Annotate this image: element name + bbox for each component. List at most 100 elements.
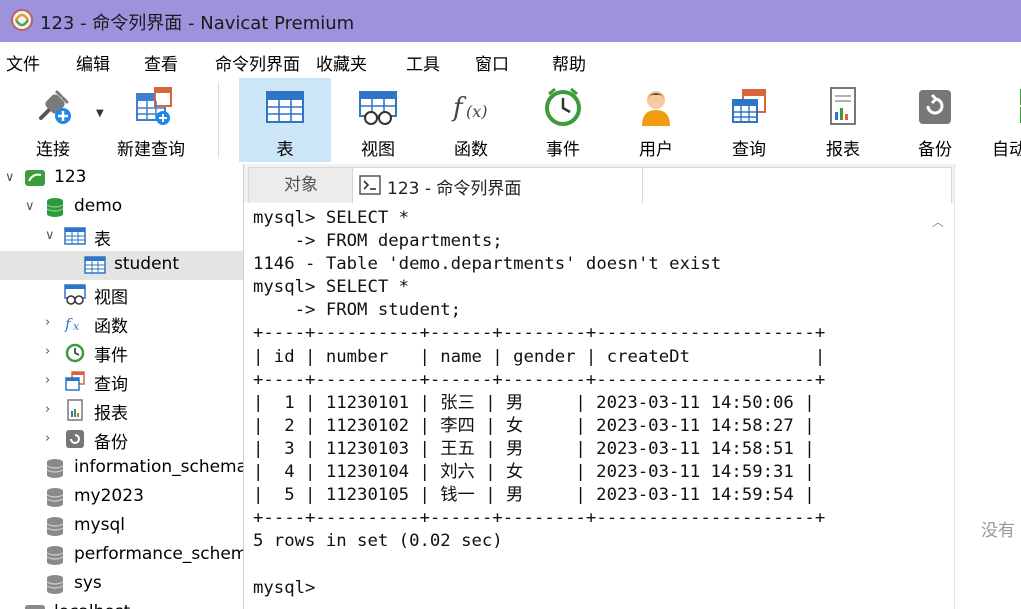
tree-label: performance_schema [74,544,243,564]
chevron-right-icon[interactable]: › [5,605,17,609]
connect-button[interactable]: ▼ 连接 [8,78,104,162]
menu-help[interactable]: 帮助 [552,50,586,75]
chevron-down-icon[interactable]: ∨ [45,228,57,243]
database-gray-icon [46,517,64,536]
tree-folder-views[interactable]: 视图 [0,280,243,309]
automation-label: 自动 [992,140,1021,160]
svg-text:(x): (x) [466,102,488,121]
svg-text:f: f [64,315,73,333]
toolbar-separator [218,82,219,158]
new-query-button[interactable]: 新建查询 [108,78,194,162]
user-icon [642,91,670,126]
chevron-down-icon[interactable]: ∨ [5,170,17,185]
view-icon [64,284,86,305]
console-scrollbar[interactable]: ︿ [924,203,954,609]
table-label: 表 [276,140,294,160]
chevron-right-icon[interactable]: › [45,344,57,359]
tree-database-sys[interactable]: sys [0,570,243,599]
info-panel: 没有 [954,164,1021,609]
pane-divider[interactable] [243,164,244,609]
report-button[interactable]: 报表 [800,78,886,162]
menu-console[interactable]: 命令列界面 [215,50,300,75]
tree-label: 查询 [94,375,128,395]
svg-text:x: x [73,320,80,333]
tree-folder-tables[interactable]: ∨ 表 [0,222,243,251]
table-button[interactable]: 表 [239,78,331,162]
tree-folder-functions[interactable]: › f x 函数 [0,309,243,338]
tree-database-performance-schema[interactable]: performance_schema [0,541,243,570]
tree-database-information-schema[interactable]: information_schema [0,454,243,483]
plug-icon [39,90,71,124]
view-button[interactable]: 视图 [335,78,421,162]
connection-gray-icon [25,605,45,609]
menu-view[interactable]: 查看 [144,50,178,75]
backup-icon [919,90,951,124]
event-button[interactable]: 事件 [520,78,606,162]
chevron-down-icon[interactable]: ▼ [96,108,104,119]
chevron-right-icon[interactable]: › [45,402,57,417]
tree-label: 123 [54,167,87,187]
automation-icon [1020,89,1021,123]
console-line: +----+----------+------+--------+-------… [253,369,826,390]
console-line: -> FROM departments; [253,231,503,252]
console-line: | id | number | name | gender | createDt… [253,346,826,367]
tree-label: student [114,254,179,274]
menu-file[interactable]: 文件 [6,50,40,75]
tree-folder-backups[interactable]: › 备份 [0,425,243,454]
svg-text:f: f [451,93,467,123]
function-icon: f (x) [451,93,488,123]
tree-folder-events[interactable]: › 事件 [0,338,243,367]
terminal-icon [359,175,381,195]
console-output[interactable]: mysql> SELECT * -> FROM departments; 114… [248,203,924,609]
console-line: | 5 | 11230105 | 钱一 | 男 | 2023-03-11 14:… [253,485,815,506]
database-gray-icon [46,459,64,478]
tab-console[interactable]: 123 - 命令列界面 [352,167,644,203]
tree-database-mysql[interactable]: mysql [0,512,243,541]
automation-button[interactable]: 自动 [986,78,1021,162]
tree-label: 备份 [94,433,128,453]
menu-edit[interactable]: 编辑 [76,50,110,75]
menu-bar: 文件 编辑 查看 命令列界面 收藏夹 工具 窗口 帮助 [0,42,1021,78]
chevron-right-icon[interactable]: › [45,315,57,330]
view-icon [359,91,397,125]
console-line: | 4 | 11230104 | 刘六 | 女 | 2023-03-11 14:… [253,462,815,483]
query-button[interactable]: 查询 [706,78,792,162]
tree-label: 报表 [94,404,128,424]
tree-database-demo[interactable]: ∨ demo [0,193,243,222]
tree-connection-123[interactable]: ∨ 123 [0,164,243,193]
function-icon: f x [64,315,80,333]
database-gray-icon [46,488,64,507]
user-button[interactable]: 用户 [613,78,699,162]
main-toolbar: ▼ 连接 新建查询 表 视图 f (x) 函数 事件 用户 查询 报表 备份 自… [0,78,1021,164]
chevron-up-icon[interactable]: ︿ [932,213,944,230]
console-prompt[interactable]: mysql> [253,578,315,598]
tree-folder-queries[interactable]: › 查询 [0,367,243,396]
tab-objects[interactable]: 对象 [248,167,354,202]
tree-folder-reports[interactable]: › 报表 [0,396,243,425]
table-icon [84,256,106,274]
tree-table-student[interactable]: student [0,251,243,280]
menu-tools[interactable]: 工具 [406,50,440,75]
menu-favorites[interactable]: 收藏夹 [316,50,367,75]
console-line: | 1 | 11230101 | 张三 | 男 | 2023-03-11 14:… [253,392,815,413]
title-bar: 123 - 命令列界面 - Navicat Premium [0,0,1021,42]
tree-label: information_schema [74,457,243,477]
console-line: | 3 | 11230103 | 王五 | 男 | 2023-03-11 14:… [253,438,815,459]
report-icon [830,87,856,125]
event-clock-icon [65,343,85,363]
chevron-right-icon[interactable]: › [45,373,57,388]
connect-label: 连接 [36,140,70,160]
menu-window[interactable]: 窗口 [475,50,509,75]
tree-database-my2023[interactable]: my2023 [0,483,243,512]
tree-label: 表 [94,230,111,250]
chevron-down-icon[interactable]: ∨ [25,199,37,214]
backup-icon [66,430,84,448]
function-label: 函数 [454,140,488,160]
console-line: | 2 | 11230102 | 李四 | 女 | 2023-03-11 14:… [253,415,815,436]
backup-button[interactable]: 备份 [892,78,978,162]
tree-connection-localhost[interactable]: › localhost [0,599,243,609]
table-icon [64,227,86,245]
console-line: +----+----------+------+--------+-------… [253,508,826,529]
function-button[interactable]: f (x) 函数 [428,78,514,162]
chevron-right-icon[interactable]: › [45,431,57,446]
